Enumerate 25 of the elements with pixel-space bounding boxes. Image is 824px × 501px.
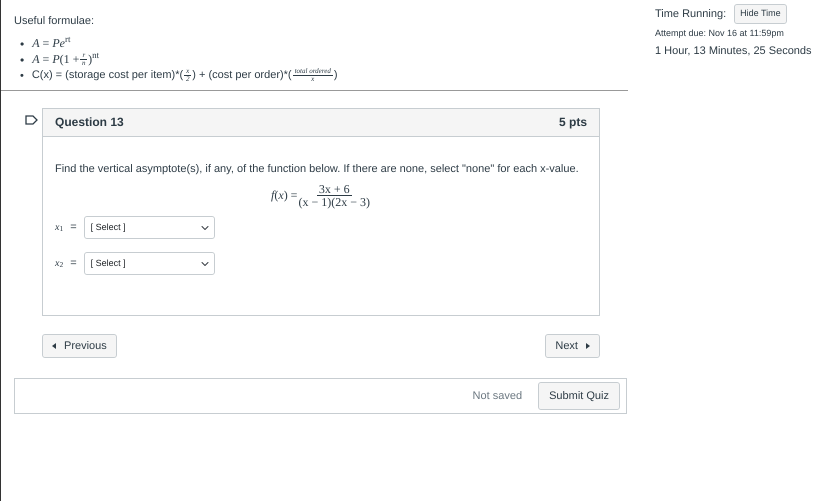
- submit-quiz-button[interactable]: Submit Quiz: [538, 382, 620, 410]
- question-points: 5 pts: [558, 114, 587, 131]
- caret-right-icon: [586, 342, 590, 349]
- due-date: Attempt due: Nov 16 at 11:59pm: [655, 26, 785, 40]
- elapsed-time: 1 Hour, 13 Minutes, 25 Seconds: [655, 44, 812, 59]
- answer-dropdown[interactable]: [ Select ]: [84, 252, 215, 275]
- caret-left-icon: [52, 342, 56, 349]
- question-title: Question 13: [55, 114, 124, 131]
- next-button[interactable]: Next: [545, 334, 600, 358]
- equals-sign: =: [70, 256, 77, 272]
- formulae-heading: Useful formulae:: [14, 14, 96, 29]
- answer-dropdown[interactable]: [ Select ]: [84, 216, 215, 239]
- formula: A = Pe$^{rt}$: [32, 36, 70, 50]
- variable-label: x$_{2}$: [55, 258, 64, 270]
- equals-sign: =: [70, 220, 77, 236]
- question-prompt: Find the vertical asymptote(s), if any, of the function below. If there are none, select "none" for each x-value.: [55, 162, 580, 176]
- time-label: Time Running:: [655, 6, 726, 22]
- hide-time-button[interactable]: Hide Time: [734, 4, 787, 24]
- flag-icon[interactable]: [25, 114, 38, 124]
- save-status: Not saved: [472, 388, 522, 404]
- variable-label: x$_{1}$: [55, 222, 64, 234]
- previous-button[interactable]: Previous: [42, 334, 117, 358]
- bullet: •: [20, 68, 24, 84]
- bullet: •: [20, 36, 24, 52]
- bullet: •: [20, 52, 24, 68]
